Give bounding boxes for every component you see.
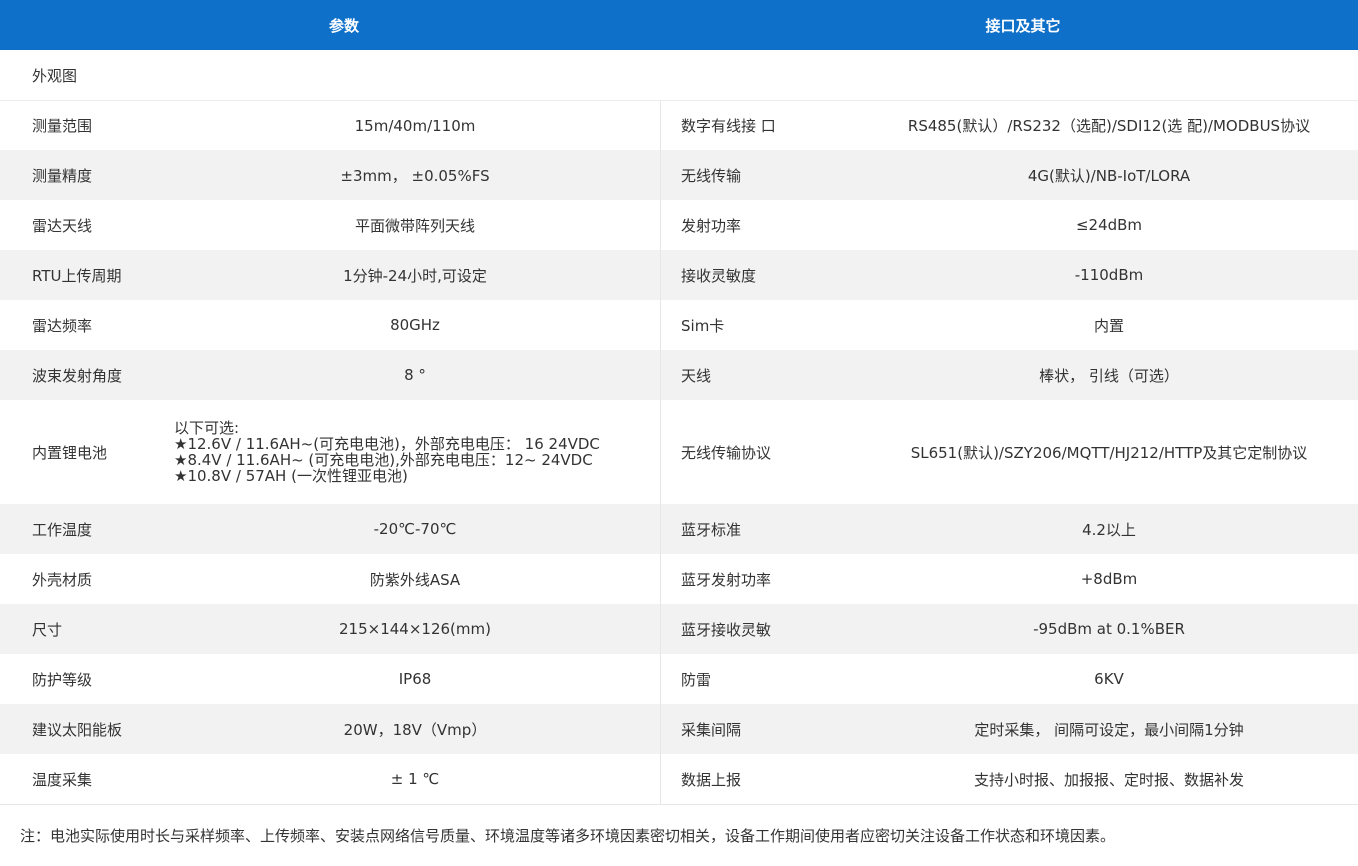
table-row: 尺寸 215×144×126(mm) 蓝牙接收灵敏 -95dBm at 0.1%…: [0, 604, 1358, 654]
param-value: ±3mm， ±0.05%FS: [340, 166, 490, 185]
battery-row: 内置锂电池 以下可选: ★12.6V / 11.6AH~(可充电电池)，外部充电…: [0, 400, 1358, 504]
param-name: 测量精度: [32, 166, 93, 185]
param-value: 8 °: [404, 366, 426, 384]
interface-value: SL651(默认)/SZY206/MQTT/HJ212/HTTP及其它定制协议: [910, 443, 1308, 462]
param-value: IP68: [398, 670, 432, 688]
interface-name: 无线传输协议: [660, 400, 860, 504]
interface-name: 数据上报: [660, 754, 860, 804]
table-row: 温度采集 ± 1 ℃ 数据上报 支持小时报、加报报、定时报、数据补发: [0, 754, 1358, 804]
battery-option-line: 以下可选:: [174, 419, 240, 437]
header-params: 参数: [328, 16, 359, 35]
table-row: 波束发射角度 8 ° 天线 棒状， 引线（可选）: [0, 350, 1358, 400]
param-value: -20℃-70℃: [373, 520, 457, 538]
interface-value: 定时采集， 间隔可设定，最小间隔1分钟: [974, 720, 1244, 739]
table-row: 外壳材质 防紫外线ASA 蓝牙发射功率 +8dBm: [0, 554, 1358, 604]
interface-value: 内置: [1093, 316, 1124, 335]
interface-name: 发射功率: [660, 200, 860, 250]
battery-option-line: ★8.4V / 11.6AH~ (可充电电池),外部充电电压：12~ 24VDC: [174, 451, 593, 469]
interface-value: 棒状， 引线（可选）: [1039, 366, 1179, 385]
param-name: 内置锂电池: [32, 443, 108, 462]
appearance-label: 外观图: [32, 66, 78, 85]
param-name: 建议太阳能板: [32, 720, 123, 739]
table-header: 参数 接口及其它: [0, 0, 1358, 50]
header-interfaces: 接口及其它: [985, 16, 1061, 35]
table-row: 建议太阳能板 20W，18V（Vmp） 采集间隔 定时采集， 间隔可设定，最小间…: [0, 704, 1358, 754]
interface-value: -110dBm: [1074, 266, 1144, 284]
param-value: 平面微带阵列天线: [354, 216, 475, 235]
battery-options: 以下可选: ★12.6V / 11.6AH~(可充电电池)，外部充电电压： 16…: [170, 420, 660, 484]
table-row: 测量精度 ±3mm， ±0.05%FS 无线传输 4G(默认)/NB-IoT/L…: [0, 150, 1358, 200]
param-value: 1分钟-24小时,可设定: [343, 266, 487, 285]
interface-value: 4G(默认)/NB-IoT/LORA: [1027, 166, 1191, 185]
param-name: RTU上传周期: [32, 266, 122, 285]
param-value: 15m/40m/110m: [354, 116, 476, 135]
spec-table: 参数 接口及其它 外观图 测量范围 15m/40m/110m 数字有线接 口 R…: [0, 0, 1358, 865]
interface-value: ≤24dBm: [1075, 216, 1143, 234]
param-name: 测量范围: [32, 117, 93, 135]
interface-name: 天线: [660, 350, 860, 400]
footnote: 注：电池实际使用时长与采样频率、上传频率、安装点网络信号质量、环境温度等诸多环境…: [0, 804, 1358, 866]
battery-option-line: ★10.8V / 57AH (一次性锂亚电池): [174, 467, 408, 485]
table-row: 雷达天线 平面微带阵列天线 发射功率 ≤24dBm: [0, 200, 1358, 250]
param-value: 215×144×126(mm): [339, 620, 491, 638]
appearance-row: 外观图: [0, 50, 1358, 100]
interface-name: 无线传输: [660, 150, 860, 200]
param-name: 工作温度: [32, 520, 93, 539]
param-name: 雷达频率: [32, 316, 93, 335]
interface-value: +8dBm: [1080, 570, 1138, 588]
param-name: 雷达天线: [32, 216, 93, 235]
interface-name: 采集间隔: [660, 704, 860, 754]
table-row: RTU上传周期 1分钟-24小时,可设定 接收灵敏度 -110dBm: [0, 250, 1358, 300]
table-row: 测量范围 15m/40m/110m 数字有线接 口 RS485(默认）/RS23…: [0, 100, 1358, 150]
param-value: 20W，18V（Vmp）: [343, 720, 487, 739]
interface-name: 蓝牙接收灵敏: [660, 604, 860, 654]
param-name: 外壳材质: [32, 570, 93, 589]
table-row: 防护等级 IP68 防雷 6KV: [0, 654, 1358, 704]
interface-name: 蓝牙发射功率: [660, 554, 860, 604]
table-row: 雷达频率 80GHz Sim卡 内置: [0, 300, 1358, 350]
interface-value: -95dBm at 0.1%BER: [1033, 620, 1185, 638]
interface-value: 6KV: [1094, 670, 1124, 688]
param-name: 尺寸: [32, 620, 63, 639]
battery-option-line: ★12.6V / 11.6AH~(可充电电池)，外部充电电压： 16 24VDC: [174, 435, 600, 453]
param-name: 波束发射角度: [32, 366, 123, 385]
interface-name: 蓝牙标准: [660, 504, 860, 554]
param-name: 温度采集: [32, 770, 93, 789]
interface-name: 数字有线接 口: [660, 101, 860, 150]
interface-value: RS485(默认）/RS232（选配)/SDI12(选 配)/MODBUS协议: [907, 117, 1311, 135]
param-value: 防紫外线ASA: [369, 570, 461, 589]
interface-name: 防雷: [660, 654, 860, 704]
interface-value: 4.2以上: [1082, 520, 1136, 539]
interface-value: 支持小时报、加报报、定时报、数据补发: [973, 770, 1244, 789]
interface-name: Sim卡: [660, 300, 860, 350]
param-value: 80GHz: [390, 316, 440, 334]
table-row: 工作温度 -20℃-70℃ 蓝牙标准 4.2以上: [0, 504, 1358, 554]
interface-name: 接收灵敏度: [660, 250, 860, 300]
param-value: ± 1 ℃: [390, 770, 440, 788]
param-name: 防护等级: [32, 670, 93, 689]
